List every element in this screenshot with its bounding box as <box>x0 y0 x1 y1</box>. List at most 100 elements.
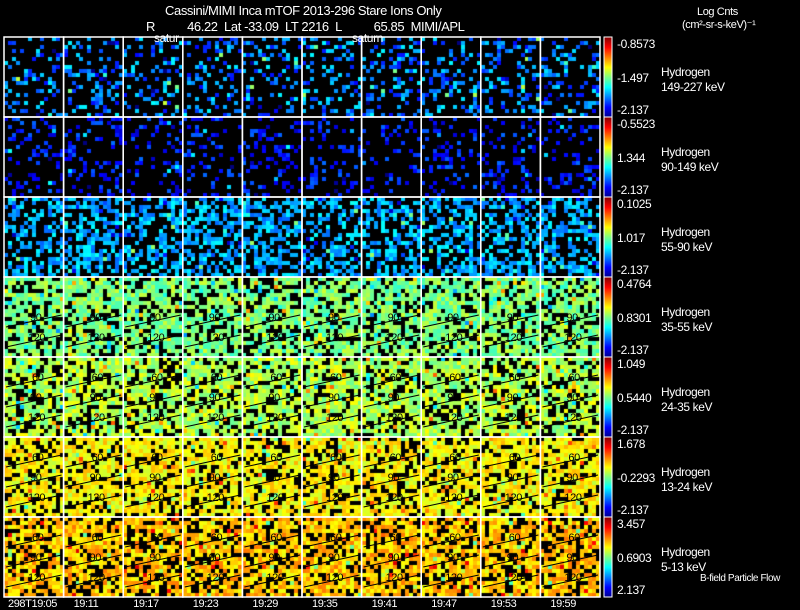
colorbar-mid-label: 0.6903 <box>617 551 652 565</box>
time-tick-label: 19:23 <box>192 598 219 610</box>
contour-label: 120 <box>504 412 523 424</box>
contour-label: 60 <box>270 532 282 544</box>
heatmap-panel <box>420 116 482 198</box>
contour-label: 90 <box>387 312 400 324</box>
contour-label: 90 <box>30 312 42 324</box>
contour-label: 90 <box>149 552 161 564</box>
contour-label: 90 <box>506 392 519 404</box>
overlay-label-right: saturn <box>352 31 383 45</box>
contour-label: 120 <box>326 572 344 584</box>
contour-label: 60 <box>91 532 104 544</box>
contour-label: 90 <box>506 552 519 564</box>
channel-species-label: Hydrogen <box>661 545 710 559</box>
contour-label: 120 <box>445 412 463 424</box>
colorbar-max-label: 0.1025 <box>617 197 652 211</box>
units-label: Log Cnts <box>697 6 738 18</box>
colorbar-min-label: -2.137 <box>617 103 649 117</box>
heatmap-panel <box>241 116 303 198</box>
colorbar-mid-label: 0.8301 <box>617 311 652 325</box>
contour-label: 120 <box>266 572 284 584</box>
heatmap-panel <box>182 196 244 278</box>
contour-label: 60 <box>330 372 342 384</box>
contour-label: 120 <box>326 412 344 424</box>
contour-label: 120 <box>266 332 284 344</box>
contour-label: 120 <box>385 492 404 504</box>
colorbar <box>603 36 613 118</box>
heatmap-panel <box>539 196 601 278</box>
heatmap-panel <box>182 36 244 118</box>
heatmap-panel <box>62 116 124 198</box>
contour-label: 120 <box>504 492 523 504</box>
contour-label: 90 <box>208 552 221 564</box>
contour-label: 60 <box>508 532 521 544</box>
contour-label: 60 <box>210 372 223 384</box>
heatmap-panel <box>301 116 363 198</box>
contour-label: 120 <box>326 492 344 504</box>
channel-energy-label: 5-13 keV <box>661 560 706 574</box>
contour-label: 120 <box>504 572 523 584</box>
heatmap-panel <box>360 196 422 278</box>
contour-label: 90 <box>328 472 340 484</box>
contour-label: 60 <box>151 372 163 384</box>
contour-label: 60 <box>330 532 342 544</box>
contour-label: 90 <box>208 472 221 484</box>
contour-label: 60 <box>330 452 342 464</box>
contour-label: 90 <box>566 392 578 404</box>
contour-label: 120 <box>445 492 463 504</box>
heatmap-panel <box>360 36 422 118</box>
contour-label: 60 <box>270 452 282 464</box>
contour-label: 90 <box>387 392 400 404</box>
contour-label: 90 <box>89 312 102 324</box>
contour-label: 90 <box>447 392 459 404</box>
contour-label: 120 <box>28 492 46 504</box>
contour-label: 90 <box>566 312 578 324</box>
colorbar-max-label: 1.678 <box>617 437 646 451</box>
channel-species-label: Hydrogen <box>661 225 710 239</box>
contour-label: 120 <box>28 412 46 424</box>
contour-label: 60 <box>508 452 521 464</box>
colorbar <box>603 116 613 198</box>
colorbar-mid-label: 1.017 <box>617 231 646 245</box>
contour-label: 120 <box>206 492 225 504</box>
contour-label: 90 <box>447 472 459 484</box>
heatmap-panel <box>122 116 184 198</box>
contour-label: 120 <box>385 572 404 584</box>
contour-label: 90 <box>328 312 340 324</box>
contour-label: 120 <box>87 412 106 424</box>
time-tick-label: 298T19:05 <box>8 598 57 610</box>
contour-label: 60 <box>449 532 461 544</box>
heatmap-panel <box>241 196 303 278</box>
contour-label: 120 <box>28 332 46 344</box>
channel-energy-label: 35-55 keV <box>661 320 713 334</box>
contour-label: 90 <box>208 392 221 404</box>
heatmap-panel <box>539 116 601 198</box>
channel-species-label: Hydrogen <box>661 465 710 479</box>
contour-label: 90 <box>268 312 280 324</box>
contour-label: 90 <box>149 312 161 324</box>
time-tick-label: 19:59 <box>550 598 576 610</box>
colorbar-max-label: -0.8573 <box>617 37 655 51</box>
channel-energy-label: 149-227 keV <box>661 80 725 94</box>
contour-label: 90 <box>268 392 280 404</box>
channel-energy-label: 90-149 keV <box>661 160 719 174</box>
contour-label: 120 <box>385 412 404 424</box>
contour-label: 90 <box>328 392 340 404</box>
heatmap-panel <box>360 116 422 198</box>
colorbar-min-label: -2.137 <box>617 503 649 517</box>
overlay-label-left: satur <box>154 31 179 45</box>
colorbar-min-label: -2.137 <box>617 423 649 437</box>
channel-energy-label: 55-90 keV <box>661 240 713 254</box>
contour-label: 60 <box>568 452 580 464</box>
time-tick-label: 19:17 <box>133 598 159 610</box>
time-tick-label: 19:53 <box>490 598 517 610</box>
contour-label: 90 <box>506 472 519 484</box>
channel-species-label: Hydrogen <box>661 145 710 159</box>
contour-label: 120 <box>206 572 225 584</box>
contour-label: 120 <box>147 412 165 424</box>
time-tick-label: 19:29 <box>252 598 278 610</box>
colorbar <box>603 436 613 518</box>
contour-label: 90 <box>89 552 102 564</box>
contour-label: 120 <box>87 572 106 584</box>
channel-species-label: Hydrogen <box>661 385 710 399</box>
contour-label: 120 <box>445 332 463 344</box>
